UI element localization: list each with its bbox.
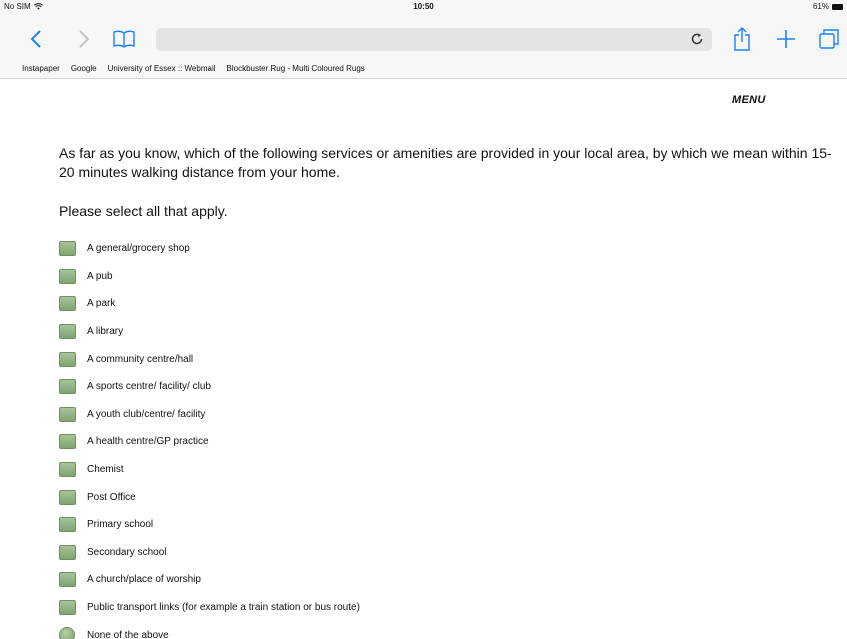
option-label: Post Office	[87, 491, 136, 503]
reload-icon[interactable]	[690, 32, 704, 46]
checkbox[interactable]	[59, 489, 76, 505]
tabs-icon[interactable]	[816, 26, 842, 52]
checkbox[interactable]	[59, 268, 76, 284]
option-label: None of the above	[87, 629, 169, 639]
option-park[interactable]: A park	[59, 290, 360, 318]
checkbox[interactable]	[59, 572, 76, 588]
option-sports-centre[interactable]: A sports centre/ facility/ club	[59, 373, 360, 401]
option-primary-school[interactable]: Primary school	[59, 511, 360, 539]
question-text: As far as you know, which of the followi…	[59, 145, 832, 180]
status-right: 61%	[813, 2, 843, 11]
checkbox[interactable]	[59, 351, 76, 367]
browser-toolbar	[0, 13, 847, 58]
option-label: A general/grocery shop	[87, 243, 190, 255]
option-chemist[interactable]: Chemist	[59, 456, 360, 484]
option-church[interactable]: A church/place of worship	[59, 566, 360, 594]
checkbox[interactable]	[59, 517, 76, 533]
status-time: 10:50	[413, 2, 434, 11]
option-label: Chemist	[87, 464, 124, 476]
address-bar[interactable]	[156, 28, 712, 51]
checkbox[interactable]	[59, 324, 76, 340]
checkbox[interactable]	[59, 296, 76, 312]
option-label: Secondary school	[87, 546, 167, 558]
back-icon[interactable]	[26, 27, 46, 51]
option-none-of-the-above[interactable]: None of the above	[59, 621, 360, 639]
option-label: Primary school	[87, 519, 154, 531]
checkbox[interactable]	[59, 241, 76, 257]
checkbox[interactable]	[59, 406, 76, 422]
bookmark-google[interactable]: Google	[71, 64, 97, 73]
option-label: A library	[87, 326, 124, 338]
battery-percent: 61%	[812, 2, 829, 11]
option-community-centre[interactable]: A community centre/hall	[59, 345, 360, 373]
checkbox[interactable]	[59, 600, 76, 616]
option-label: A pub	[87, 270, 113, 282]
radio-button[interactable]	[59, 627, 75, 639]
menu-link[interactable]: MENU	[732, 94, 766, 106]
battery-icon	[832, 3, 843, 10]
option-label: A youth club/centre/ facility	[87, 408, 206, 420]
options-list: A general/grocery shop A pub A park A li…	[59, 235, 360, 639]
option-label: A health centre/GP practice	[87, 436, 209, 448]
option-public-transport[interactable]: Public transport links (for example a tr…	[59, 594, 360, 622]
checkbox[interactable]	[59, 434, 76, 450]
option-secondary-school[interactable]: Secondary school	[59, 539, 360, 567]
option-label: A sports centre/ facility/ club	[87, 381, 211, 393]
option-label: A church/place of worship	[87, 574, 201, 586]
forward-icon[interactable]	[74, 27, 94, 51]
add-icon[interactable]	[774, 26, 798, 52]
bookmark-instapaper[interactable]: Instapaper	[22, 64, 60, 73]
bookmark-essex-webmail[interactable]: University of Essex :: Webmail	[108, 64, 216, 73]
option-label: A park	[87, 298, 116, 310]
bookmark-blockbuster-rug[interactable]: Blockbuster Rug - Multi Coloured Rugs	[227, 64, 365, 73]
instruction-text: Please select all that apply.	[59, 203, 228, 219]
option-post-office[interactable]: Post Office	[59, 483, 360, 511]
checkbox[interactable]	[59, 379, 76, 395]
option-label: A community centre/hall	[87, 353, 194, 365]
option-pub[interactable]: A pub	[59, 263, 360, 291]
bookmarks-bar: Instapaper Google University of Essex ::…	[0, 58, 847, 79]
status-bar: No SIM 10:50 61%	[0, 0, 847, 13]
option-library[interactable]: A library	[59, 318, 360, 346]
option-general-grocery-shop[interactable]: A general/grocery shop	[59, 235, 360, 263]
share-icon[interactable]	[731, 24, 753, 54]
checkbox[interactable]	[59, 544, 76, 560]
bookmarks-icon[interactable]	[110, 27, 138, 51]
option-health-centre[interactable]: A health centre/GP practice	[59, 428, 360, 456]
option-label: Public transport links (for example a tr…	[87, 602, 360, 614]
option-youth-club[interactable]: A youth club/centre/ facility	[59, 401, 360, 429]
checkbox[interactable]	[59, 462, 76, 478]
